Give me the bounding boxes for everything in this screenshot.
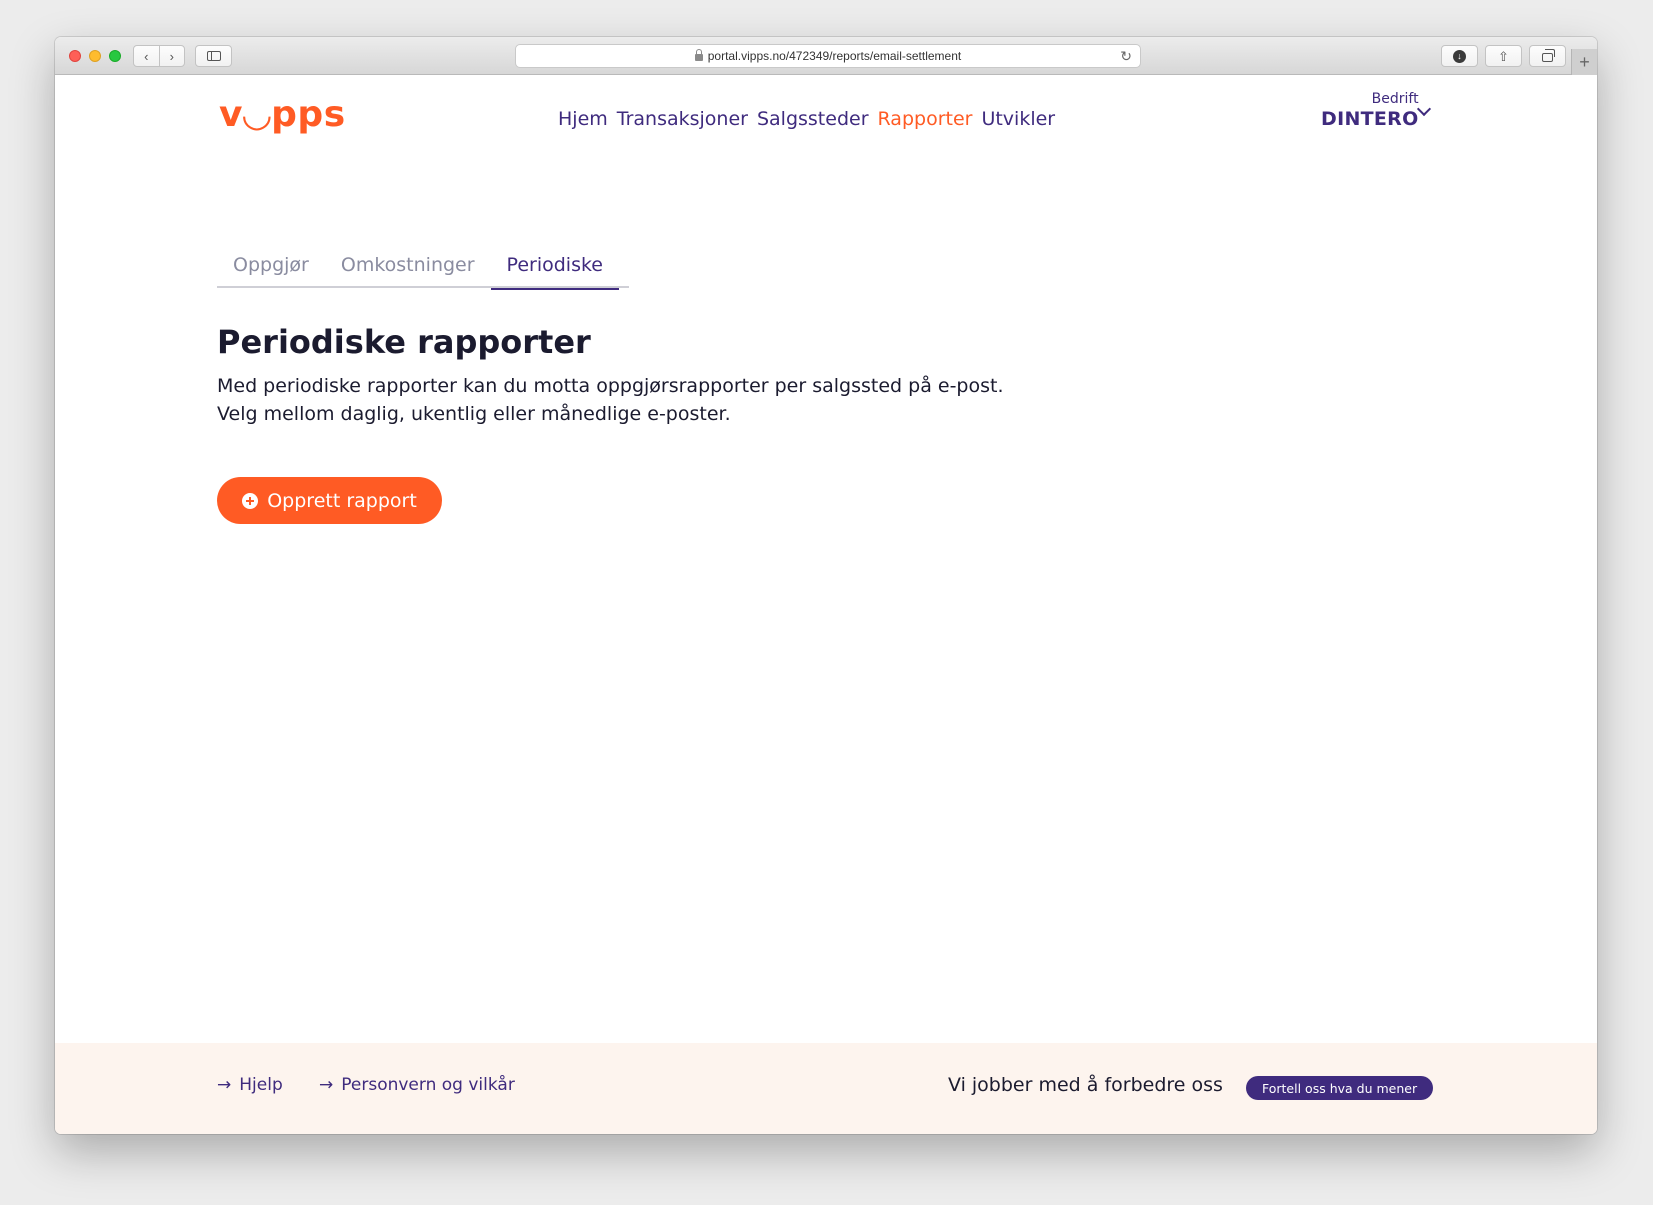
nav-item-hjem[interactable]: Hjem xyxy=(558,108,608,130)
sidebar-toggle-button[interactable] xyxy=(195,45,232,67)
report-tabs: Oppgjør Omkostninger Periodiske xyxy=(217,250,629,290)
page-title: Periodiske rapporter xyxy=(217,323,591,361)
nav-item-salgssteder[interactable]: Salgssteder xyxy=(757,108,869,130)
create-report-label: Opprett rapport xyxy=(267,489,417,512)
tab-omkostninger[interactable]: Omkostninger xyxy=(325,250,491,288)
minimize-window-button[interactable] xyxy=(89,50,101,62)
company-selector[interactable]: Bedrift DINTERO xyxy=(1321,91,1419,130)
page-description: Med periodiske rapporter kan du motta op… xyxy=(217,372,1117,428)
tab-periodiske[interactable]: Periodiske xyxy=(490,250,620,290)
feedback-text: Vi jobber med å forbedre oss xyxy=(948,1074,1223,1096)
arrow-right-icon: → xyxy=(319,1075,334,1095)
share-icon: ⇧ xyxy=(1498,48,1509,64)
nav-item-utvikler[interactable]: Utvikler xyxy=(981,108,1055,130)
privacy-terms-link[interactable]: → Personvern og vilkår xyxy=(319,1075,515,1095)
help-link[interactable]: → Hjelp xyxy=(217,1075,283,1095)
back-icon[interactable]: ‹ xyxy=(134,46,159,66)
zoom-window-button[interactable] xyxy=(109,50,121,62)
page-content: v◡pps Hjem Transaksjoner Salgssteder Rap… xyxy=(55,75,1597,1134)
close-window-button[interactable] xyxy=(69,50,81,62)
feedback-button[interactable]: Fortell oss hva du mener xyxy=(1246,1076,1434,1100)
downloads-button[interactable]: ↓ xyxy=(1441,45,1478,67)
address-bar[interactable]: portal.vipps.no/472349/reports/email-set… xyxy=(515,44,1141,68)
arrow-right-icon: → xyxy=(217,1075,232,1095)
history-navigation: ‹ › xyxy=(133,45,185,67)
privacy-link-label: Personvern og vilkår xyxy=(341,1075,515,1095)
nav-item-transaksjoner[interactable]: Transaksjoner xyxy=(617,108,748,130)
share-button[interactable]: ⇧ xyxy=(1485,45,1522,67)
tab-oppgjor[interactable]: Oppgjør xyxy=(217,250,325,288)
company-label: Bedrift xyxy=(1371,91,1419,107)
download-icon: ↓ xyxy=(1453,49,1466,63)
plus-circle-icon xyxy=(242,492,259,509)
new-tab-button[interactable]: + xyxy=(1571,49,1597,75)
plus-icon: + xyxy=(1579,51,1590,72)
nav-item-rapporter[interactable]: Rapporter xyxy=(878,108,973,130)
company-name: DINTERO xyxy=(1321,108,1419,130)
forward-icon[interactable]: › xyxy=(158,46,185,66)
url-text: portal.vipps.no/472349/reports/email-set… xyxy=(707,49,962,63)
reload-icon[interactable]: ↻ xyxy=(1120,48,1132,65)
description-line: Velg mellom daglig, ukentlig eller måned… xyxy=(217,403,731,425)
create-report-button[interactable]: Opprett rapport xyxy=(217,477,442,524)
help-link-label: Hjelp xyxy=(239,1075,283,1095)
vipps-logo[interactable]: v◡pps xyxy=(219,94,346,135)
main-navigation: Hjem Transaksjoner Salgssteder Rapporter… xyxy=(558,108,1055,130)
show-tabs-button[interactable] xyxy=(1529,45,1566,67)
lock-icon xyxy=(694,48,703,61)
description-line: Med periodiske rapporter kan du motta op… xyxy=(217,375,1004,397)
chevron-down-icon[interactable] xyxy=(1416,101,1432,117)
sidebar-icon xyxy=(206,51,221,61)
browser-window: ‹ › portal.vipps.no/472349/reports/email… xyxy=(55,37,1597,1134)
browser-titlebar: ‹ › portal.vipps.no/472349/reports/email… xyxy=(55,37,1597,75)
tabs-icon xyxy=(1542,48,1555,62)
page-footer: → Hjelp → Personvern og vilkår Vi jobber… xyxy=(55,1043,1597,1134)
